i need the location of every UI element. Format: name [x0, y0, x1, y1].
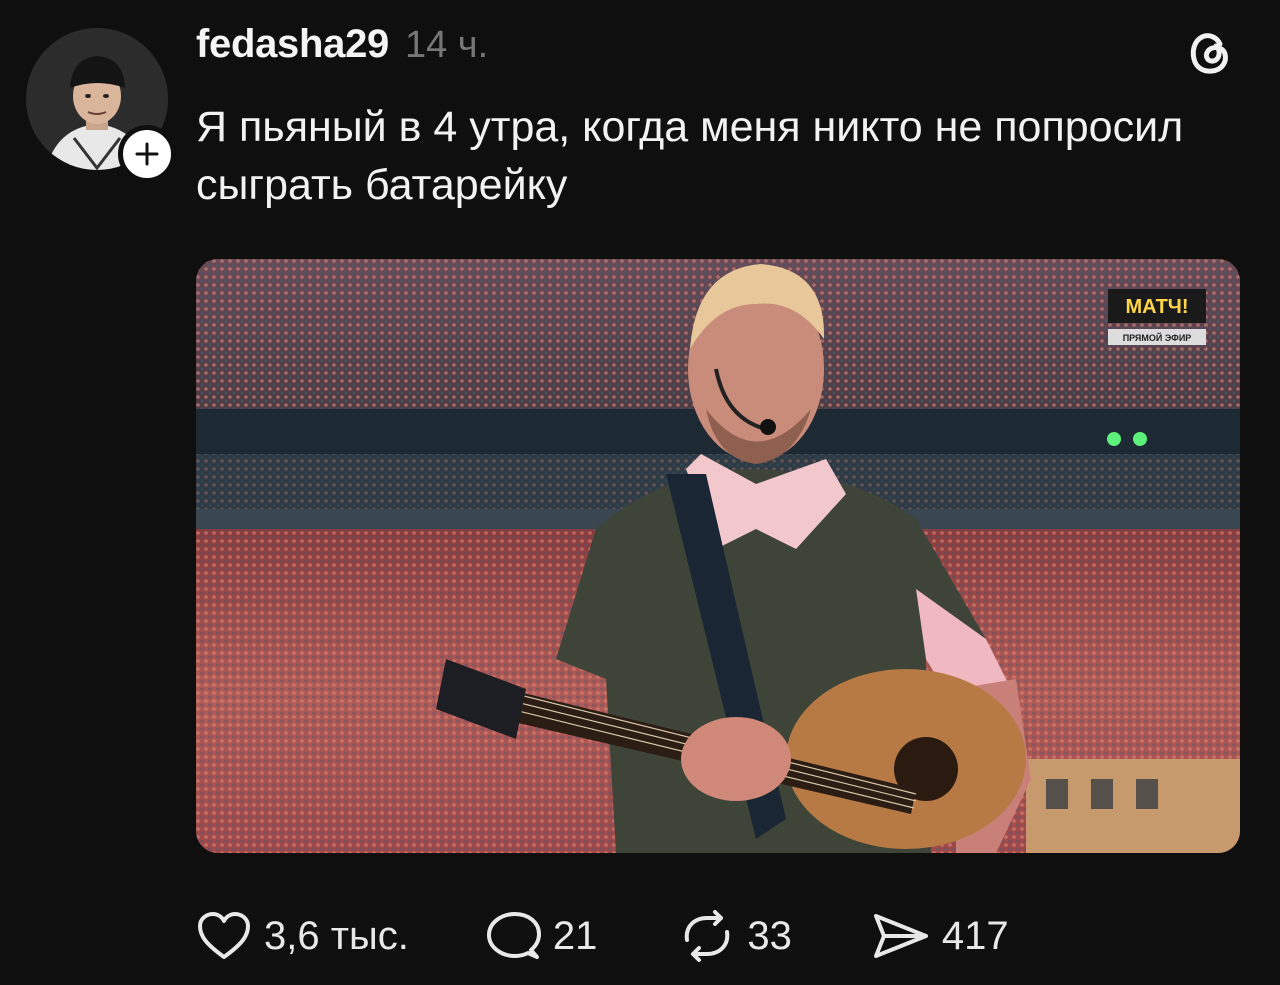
repost-button[interactable]: 33 [679, 910, 792, 962]
author-avatar-container [26, 28, 176, 183]
timestamp: 14 ч. [404, 24, 489, 66]
channel-logo: МАТЧ! [1125, 296, 1188, 318]
send-icon [873, 914, 928, 958]
threads-logo-icon [1182, 24, 1238, 80]
post-text: Я пьяный в 4 утра, когда меня никто не п… [196, 103, 1184, 209]
channel-caption: ПРЯМОЙ ЭФИР [1123, 332, 1192, 343]
username[interactable]: fedasha29 [196, 22, 389, 67]
comment-button[interactable]: 21 [485, 910, 598, 962]
follow-button[interactable] [118, 125, 176, 183]
repost-count: 33 [747, 913, 792, 958]
threads-post: fedasha29 14 ч. Я пьяный в 4 утра, когда… [0, 0, 1280, 985]
comment-bubble-icon [486, 912, 541, 959]
repost-icon [685, 910, 730, 962]
post-media-image[interactable]: МАТЧ! ПРЯМОЙ ЭФИР [196, 259, 1240, 853]
comment-count: 21 [552, 913, 598, 958]
share-button[interactable]: 417 [872, 910, 1009, 962]
plus-icon [135, 142, 159, 166]
concert-photo: МАТЧ! ПРЯМОЙ ЭФИР [196, 259, 1240, 853]
share-count: 417 [941, 913, 1009, 958]
like-button[interactable]: 3,6 тыс. [196, 910, 409, 962]
like-count: 3,6 тыс. [264, 913, 409, 958]
post-header: fedasha29 14 ч. [196, 22, 488, 67]
heart-icon [198, 912, 250, 959]
action-bar: 3,6 тыс. 21 33 417 [196, 908, 1009, 964]
